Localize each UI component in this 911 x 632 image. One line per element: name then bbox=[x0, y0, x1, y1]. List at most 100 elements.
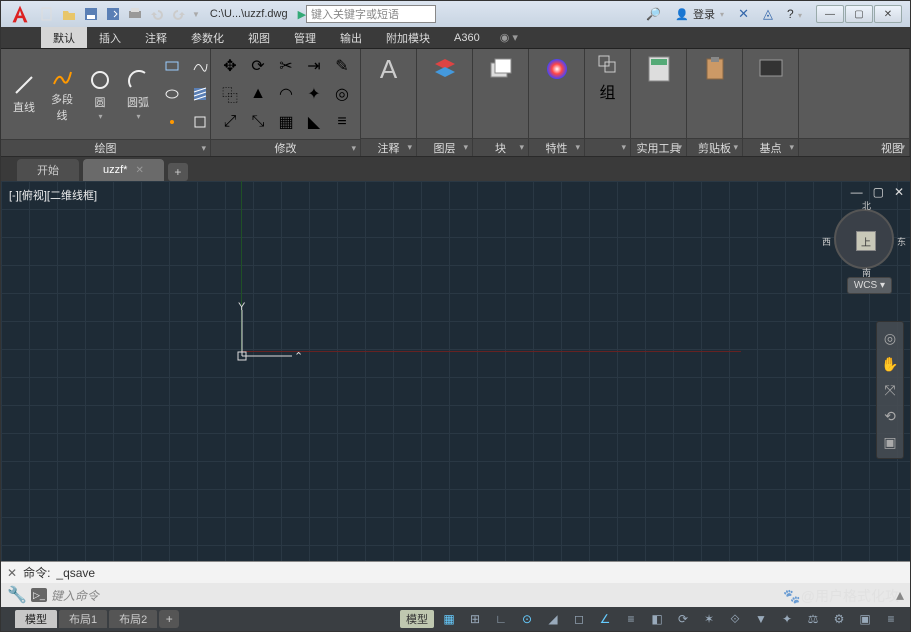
status-3dosnap-icon[interactable]: ✶ bbox=[698, 609, 720, 629]
tab-a360[interactable]: A360 bbox=[442, 27, 492, 48]
status-annoscale-icon[interactable]: ⚖ bbox=[802, 609, 824, 629]
undo-icon[interactable] bbox=[147, 4, 167, 24]
panel-clipboard[interactable]: 剪贴板▾ bbox=[687, 49, 743, 156]
vp-minimize-icon[interactable]: — bbox=[851, 185, 863, 199]
status-selfilter-icon[interactable]: ▼ bbox=[750, 609, 772, 629]
tab-insert[interactable]: 插入 bbox=[87, 27, 133, 48]
status-transparency-icon[interactable]: ◧ bbox=[646, 609, 668, 629]
showmotion-icon[interactable]: ▣ bbox=[880, 432, 900, 452]
zoom-extents-icon[interactable]: ⤧ bbox=[880, 380, 900, 400]
polyline-button[interactable]: 多段线 bbox=[45, 63, 79, 125]
tab-output[interactable]: 输出 bbox=[328, 27, 374, 48]
vp-close-icon[interactable]: ✕ bbox=[894, 185, 904, 199]
open-icon[interactable] bbox=[59, 4, 79, 24]
erase-icon[interactable]: ✎ bbox=[329, 53, 355, 79]
drawing-area[interactable]: [-][俯视][二维线框] — ▢ ✕ Y⌃ 上 北 南 西 东 WCS ▾ ◎… bbox=[1, 181, 910, 561]
status-dynducs-icon[interactable]: ⟐ bbox=[724, 609, 746, 629]
redo-icon[interactable] bbox=[169, 4, 189, 24]
tab-focus-icon[interactable]: ◉ ▾ bbox=[494, 27, 524, 48]
infocenter-search-icon[interactable]: 🔎 bbox=[646, 7, 661, 21]
close-button[interactable]: ✕ bbox=[874, 5, 902, 23]
exchange-icon[interactable]: ✕ bbox=[738, 6, 749, 22]
align-icon[interactable]: ≡ bbox=[329, 109, 355, 135]
orbit-icon[interactable]: ⟲ bbox=[880, 406, 900, 426]
view-cube[interactable]: 上 北 南 西 东 bbox=[834, 209, 894, 269]
pan-icon[interactable]: ✋ bbox=[880, 354, 900, 374]
extend-icon[interactable]: ⇥ bbox=[301, 53, 327, 79]
status-osnap-icon[interactable]: ◻ bbox=[568, 609, 590, 629]
panel-layer[interactable]: 图层▾ bbox=[417, 49, 473, 156]
rotate-icon[interactable]: ⟳ bbox=[245, 53, 271, 79]
explode-icon[interactable]: ✦ bbox=[301, 81, 327, 107]
status-polar-icon[interactable]: ⊙ bbox=[516, 609, 538, 629]
search-input[interactable]: 键入关键字或短语 bbox=[306, 5, 436, 23]
wcs-badge[interactable]: WCS ▾ bbox=[847, 277, 892, 294]
stretch-icon[interactable]: ⤢ bbox=[217, 109, 243, 135]
panel-utilities[interactable]: 实用工具▾ bbox=[631, 49, 687, 156]
panel-base[interactable]: 基点▾ bbox=[743, 49, 799, 156]
array-icon[interactable]: ▦ bbox=[273, 109, 299, 135]
viewport-label[interactable]: [-][俯视][二维线框] bbox=[9, 187, 97, 203]
mirror-icon[interactable]: ▲ bbox=[245, 81, 271, 107]
tab-annotate[interactable]: 注释 bbox=[133, 27, 179, 48]
status-gizmo-icon[interactable]: ✦ bbox=[776, 609, 798, 629]
ellipse-icon[interactable] bbox=[159, 81, 185, 107]
layout-2[interactable]: 布局2 bbox=[109, 610, 157, 628]
status-cleanscreen-icon[interactable]: ▣ bbox=[854, 609, 876, 629]
layout-add-button[interactable]: + bbox=[159, 610, 179, 628]
status-snap-icon[interactable]: ⊞ bbox=[464, 609, 486, 629]
status-grid-icon[interactable]: ▦ bbox=[438, 609, 460, 629]
tab-view[interactable]: 视图 bbox=[236, 27, 282, 48]
panel-group[interactable]: 组 ▾ bbox=[585, 49, 631, 156]
circle-button[interactable]: 圆▾ bbox=[83, 66, 117, 123]
line-button[interactable]: 直线 bbox=[7, 71, 41, 117]
point-icon[interactable] bbox=[159, 109, 185, 135]
copy-icon[interactable]: ⿻ bbox=[217, 81, 243, 107]
tab-add-button[interactable]: + bbox=[168, 163, 188, 181]
status-custom-icon[interactable]: ≡ bbox=[880, 609, 902, 629]
tab-file[interactable]: uzzf*✕ bbox=[83, 159, 164, 181]
region-icon[interactable] bbox=[187, 109, 213, 135]
panel-annotate[interactable]: A 注释▾ bbox=[361, 49, 417, 156]
cmd-close-icon[interactable]: ✕ bbox=[7, 566, 17, 580]
status-workspace-icon[interactable]: ⚙ bbox=[828, 609, 850, 629]
tab-addins[interactable]: 附加模块 bbox=[374, 27, 442, 48]
tab-parametric[interactable]: 参数化 bbox=[179, 27, 236, 48]
app-menu-button[interactable] bbox=[9, 3, 31, 25]
qat-dropdown-icon[interactable]: ▼ bbox=[192, 10, 200, 19]
sign-in-button[interactable]: 👤登录▾ bbox=[675, 6, 724, 22]
title-play-icon[interactable]: ▶ bbox=[298, 8, 306, 21]
maximize-button[interactable]: ▢ bbox=[845, 5, 873, 23]
a360-icon[interactable]: ◬ bbox=[763, 6, 773, 22]
rectangle-icon[interactable] bbox=[159, 53, 185, 79]
status-ortho-icon[interactable]: ∟ bbox=[490, 609, 512, 629]
new-icon[interactable] bbox=[37, 4, 57, 24]
tab-manage[interactable]: 管理 bbox=[282, 27, 328, 48]
tab-start[interactable]: 开始 bbox=[17, 159, 79, 181]
status-model-button[interactable]: 模型 bbox=[400, 610, 434, 628]
wheel-icon[interactable]: ◎ bbox=[880, 328, 900, 348]
vp-restore-icon[interactable]: ▢ bbox=[873, 185, 884, 199]
arc-button[interactable]: 圆弧▾ bbox=[121, 66, 155, 123]
layout-model[interactable]: 模型 bbox=[15, 610, 57, 628]
fillet-icon[interactable]: ◠ bbox=[273, 81, 299, 107]
status-otrack-icon[interactable]: ∠ bbox=[594, 609, 616, 629]
status-cycling-icon[interactable]: ⟳ bbox=[672, 609, 694, 629]
panel-block[interactable]: 块▾ bbox=[473, 49, 529, 156]
layout-1[interactable]: 布局1 bbox=[59, 610, 107, 628]
cmd-customize-icon[interactable]: 🔧 bbox=[7, 585, 27, 605]
command-input[interactable]: 键入命令 bbox=[51, 587, 892, 604]
spline-icon[interactable] bbox=[187, 53, 213, 79]
status-lineweight-icon[interactable]: ≡ bbox=[620, 609, 642, 629]
saveas-icon[interactable] bbox=[103, 4, 123, 24]
panel-properties[interactable]: 特性▾ bbox=[529, 49, 585, 156]
help-icon[interactable]: ? ▾ bbox=[787, 7, 802, 21]
hatch-icon[interactable] bbox=[187, 81, 213, 107]
save-icon[interactable] bbox=[81, 4, 101, 24]
tab-close-icon[interactable]: ✕ bbox=[135, 165, 143, 176]
status-iso-icon[interactable]: ◢ bbox=[542, 609, 564, 629]
offset-icon[interactable]: ◎ bbox=[329, 81, 355, 107]
move-icon[interactable]: ✥ bbox=[217, 53, 243, 79]
trim-icon[interactable]: ✂ bbox=[273, 53, 299, 79]
plot-icon[interactable] bbox=[125, 4, 145, 24]
